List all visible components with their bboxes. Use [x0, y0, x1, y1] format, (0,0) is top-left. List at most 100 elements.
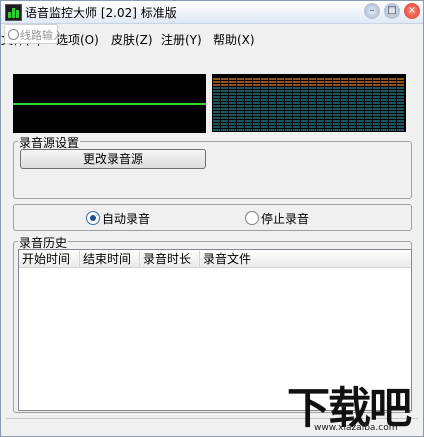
- spectrum-segment: [389, 108, 396, 110]
- spectrum-segment: [397, 81, 404, 83]
- spectrum-segment: [349, 117, 356, 119]
- spectrum-segment: [301, 90, 308, 92]
- spectrum-segment: [325, 84, 332, 86]
- input-line-dropdown[interactable]: 线路输入: [4, 24, 64, 44]
- input-line-label: 线路输入: [20, 29, 64, 42]
- spectrum-segment: [213, 123, 220, 125]
- spectrum-segment: [253, 102, 260, 104]
- spectrum-segment: [333, 114, 340, 116]
- spectrum-segment: [333, 105, 340, 107]
- spectrum-segment: [269, 81, 276, 83]
- spectrum-segment: [381, 105, 388, 107]
- spectrum-segment: [285, 78, 292, 80]
- spectrum-segment: [245, 108, 252, 110]
- spectrum-segment: [333, 120, 340, 122]
- title-bar[interactable]: 语音监控大师 [2.02] 标准版 – □ ×: [1, 1, 423, 24]
- spectrum-segment: [237, 78, 244, 80]
- spectrum-segment: [277, 102, 284, 104]
- spectrum-segment: [221, 105, 228, 107]
- spectrum-segment: [325, 129, 332, 131]
- spectrum-segment: [277, 99, 284, 101]
- maximize-button[interactable]: □: [384, 3, 400, 19]
- column-file[interactable]: 录音文件: [200, 251, 411, 267]
- spectrum-segment: [397, 102, 404, 104]
- spectrum-segment: [301, 108, 308, 110]
- spectrum-segment: [357, 123, 364, 125]
- spectrum-segment: [237, 81, 244, 83]
- close-button[interactable]: ×: [404, 3, 420, 19]
- spectrum-segment: [317, 105, 324, 107]
- column-end-time[interactable]: 结束时间: [80, 251, 140, 267]
- spectrum-segment: [293, 126, 300, 128]
- spectrum-segment: [285, 84, 292, 86]
- spectrum-segment: [285, 117, 292, 119]
- spectrum-segment: [365, 105, 372, 107]
- spectrum-segment: [245, 96, 252, 98]
- spectrum-segment: [325, 123, 332, 125]
- stop-record-label[interactable]: 停止录音: [261, 210, 309, 227]
- spectrum-segment: [229, 84, 236, 86]
- auto-record-label[interactable]: 自动录音: [102, 210, 150, 227]
- spectrum-segment: [253, 78, 260, 80]
- spectrum-segment: [365, 78, 372, 80]
- stop-record-radio[interactable]: [245, 211, 259, 225]
- spectrum-segment: [381, 111, 388, 113]
- spectrum-segment: [285, 114, 292, 116]
- spectrum-segment: [365, 84, 372, 86]
- spectrum-segment: [365, 123, 372, 125]
- spectrum-segment: [237, 96, 244, 98]
- spectrum-segment: [293, 129, 300, 131]
- column-duration[interactable]: 录音时长: [140, 251, 200, 267]
- spectrum-segment: [309, 102, 316, 104]
- spectrum-segment: [213, 117, 220, 119]
- spectrum-segment: [245, 120, 252, 122]
- spectrum-segment: [389, 105, 396, 107]
- menu-help[interactable]: 帮助(X): [213, 31, 255, 48]
- spectrum-segment: [381, 114, 388, 116]
- menu-skin[interactable]: 皮肤(Z): [111, 31, 153, 48]
- spectrum-segment: [237, 99, 244, 101]
- spectrum-segment: [285, 108, 292, 110]
- column-start-time[interactable]: 开始时间: [19, 251, 80, 267]
- spectrum-segment: [221, 129, 228, 131]
- spectrum-segment: [317, 87, 324, 89]
- spectrum-segment: [285, 102, 292, 104]
- spectrum-segment: [261, 108, 268, 110]
- spectrum-segment: [261, 114, 268, 116]
- spectrum-segment: [277, 126, 284, 128]
- spectrum-segment: [341, 117, 348, 119]
- spectrum-segment: [397, 93, 404, 95]
- spectrum-segment: [229, 108, 236, 110]
- spectrum-segment: [373, 129, 380, 131]
- spectrum-segment: [229, 105, 236, 107]
- spectrum-segment: [341, 93, 348, 95]
- spectrum-segment: [341, 129, 348, 131]
- spectrum-segment: [325, 102, 332, 104]
- spectrum-segment: [357, 93, 364, 95]
- spectrum-segment: [261, 120, 268, 122]
- minimize-button[interactable]: –: [364, 3, 380, 19]
- spectrum-segment: [221, 90, 228, 92]
- spectrum-segment: [229, 90, 236, 92]
- change-source-button[interactable]: 更改录音源: [20, 149, 206, 169]
- auto-record-radio[interactable]: [86, 211, 100, 225]
- spectrum-segment: [389, 78, 396, 80]
- spectrum-segment: [277, 90, 284, 92]
- spectrum-segment: [301, 129, 308, 131]
- main-window: 语音监控大师 [2.02] 标准版 – □ × 文件(F) 选项(O) 皮肤(Z…: [0, 0, 424, 437]
- spectrum-segment: [245, 105, 252, 107]
- spectrum-segment: [261, 117, 268, 119]
- spectrum-segment: [277, 114, 284, 116]
- spectrum-segment: [333, 111, 340, 113]
- spectrum-segment: [317, 90, 324, 92]
- spectrum-segment: [253, 129, 260, 131]
- spectrum-segment: [245, 93, 252, 95]
- spectrum-segment: [381, 102, 388, 104]
- spectrum-segment: [381, 78, 388, 80]
- spectrum-segment: [317, 99, 324, 101]
- spectrum-segment: [213, 96, 220, 98]
- spectrum-segment: [293, 87, 300, 89]
- spectrum-segment: [397, 114, 404, 116]
- menu-register[interactable]: 注册(Y): [161, 31, 202, 48]
- spectrum-segment: [381, 96, 388, 98]
